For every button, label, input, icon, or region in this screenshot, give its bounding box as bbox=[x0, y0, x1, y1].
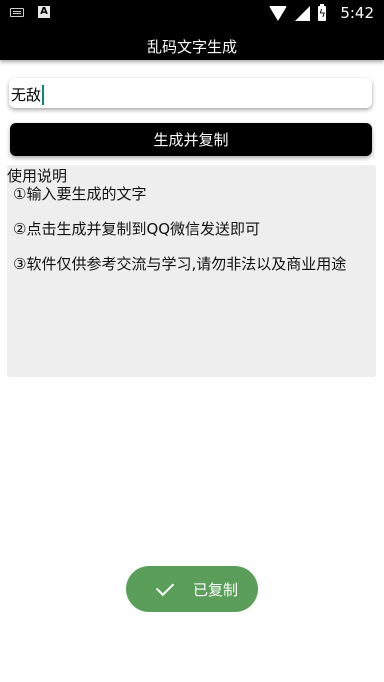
status-left-icons: A bbox=[10, 6, 50, 18]
status-right-icons: 5:42 bbox=[269, 3, 374, 22]
text-input-value: 无敌 bbox=[11, 86, 42, 104]
generate-copy-button[interactable]: 生成并复制 bbox=[10, 123, 372, 156]
instruction-line-3: ③软件仅供参考交流与学习,请勿非法以及商业用途 bbox=[13, 255, 347, 273]
text-input-field[interactable]: 无敌 bbox=[9, 78, 372, 108]
toast-label: 已复制 bbox=[193, 580, 239, 599]
instruction-line-2: ②点击生成并复制到QQ微信发送即可 bbox=[13, 220, 261, 238]
wifi-icon bbox=[269, 5, 288, 21]
keyboard-icon bbox=[10, 7, 24, 17]
app-title: 乱码文字生成 bbox=[146, 38, 237, 56]
instruction-line-1: ①输入要生成的文字 bbox=[13, 185, 147, 203]
app-bar: 乱码文字生成 bbox=[0, 26, 384, 60]
instructions-panel: 使用说明 ①输入要生成的文字 ②点击生成并复制到QQ微信发送即可 ③软件仅供参考… bbox=[7, 165, 376, 377]
copied-toast: 已复制 bbox=[126, 566, 258, 612]
check-icon bbox=[155, 577, 175, 597]
status-bar: A 5:42 bbox=[0, 0, 384, 26]
text-input[interactable]: 无敌 bbox=[11, 84, 45, 105]
text-caret bbox=[42, 84, 45, 105]
signal-icon bbox=[295, 5, 311, 21]
status-time: 5:42 bbox=[340, 4, 374, 22]
font-a-icon: A bbox=[38, 6, 50, 18]
battery-charging-icon bbox=[318, 3, 327, 21]
